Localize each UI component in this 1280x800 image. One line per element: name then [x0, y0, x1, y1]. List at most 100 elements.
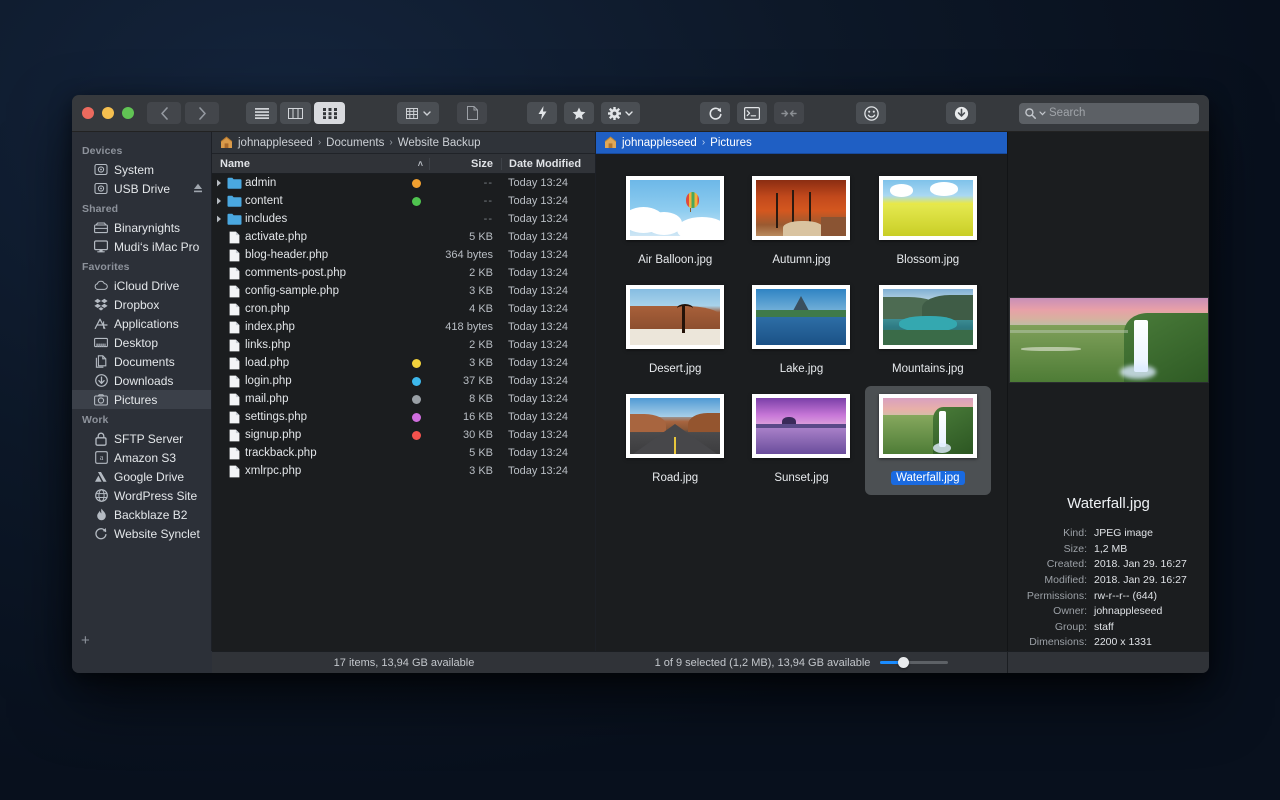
favorite-star-button[interactable] [564, 102, 594, 124]
icon-view-button[interactable] [314, 102, 345, 124]
window-controls [82, 107, 134, 119]
table-row[interactable]: settings.php16 KBToday 13:24 [212, 408, 595, 426]
left-crumb[interactable]: johnappleseed [238, 137, 313, 149]
info-status-bar [1007, 651, 1209, 673]
sidebar-item-icloud-drive[interactable]: iCloud Drive [72, 276, 211, 295]
forward-button[interactable] [185, 102, 219, 124]
file-icon-item[interactable]: Waterfall.jpg [865, 386, 991, 495]
sidebar-item-desktop[interactable]: Desktop [72, 333, 211, 352]
sidebar-item-documents[interactable]: Documents [72, 352, 211, 371]
slider-knob[interactable] [898, 657, 909, 668]
cloud-icon [94, 279, 108, 293]
column-name[interactable]: Name ˄ [212, 158, 429, 170]
disclosure-triangle-icon[interactable] [212, 179, 226, 187]
table-row[interactable]: activate.php5 KBToday 13:24 [212, 228, 595, 246]
table-row[interactable]: comments-post.php2 KBToday 13:24 [212, 264, 595, 282]
row-date: Today 13:24 [501, 285, 595, 297]
search-input[interactable]: Search [1019, 103, 1199, 124]
smiley-face-button[interactable] [856, 102, 886, 124]
icon-size-slider[interactable] [880, 657, 948, 669]
left-crumb[interactable]: Documents [326, 137, 384, 149]
compare-button[interactable] [774, 102, 804, 124]
sidebar-item-binarynights[interactable]: Binarynights [72, 218, 211, 237]
table-row[interactable]: includes--Today 13:24 [212, 210, 595, 228]
right-crumb[interactable]: Pictures [710, 137, 752, 149]
table-row[interactable]: xmlrpc.php3 KBToday 13:24 [212, 462, 595, 480]
sidebar-item-google-drive[interactable]: Google Drive [72, 467, 211, 486]
add-favorite-button[interactable]: + [72, 629, 211, 651]
left-breadcrumb[interactable]: johnappleseed›Documents›Website Backup [212, 132, 595, 154]
google-drive-icon [94, 470, 108, 484]
sidebar-item-dropbox[interactable]: Dropbox [72, 295, 211, 314]
search-icon [1025, 108, 1036, 119]
sidebar-footer-spacer [72, 651, 212, 673]
quick-action-button[interactable] [527, 102, 557, 124]
sidebar-item-amazon-s3[interactable]: aAmazon S3 [72, 448, 211, 467]
row-date: Today 13:24 [501, 465, 595, 477]
file-icon-item[interactable]: Blossom.jpg [865, 168, 991, 277]
minimize-button[interactable] [102, 107, 114, 119]
sidebar-item-downloads[interactable]: Downloads [72, 371, 211, 390]
sidebar-item-sftp-server[interactable]: SFTP Server [72, 429, 211, 448]
file-icon-label: Mountains.jpg [887, 362, 969, 376]
icon-view: Air Balloon.jpgAutumn.jpgBlossom.jpg Dese… [596, 154, 1007, 651]
row-tag-dot [403, 197, 429, 206]
sidebar-group-shared: Shared [72, 198, 211, 218]
table-row[interactable]: mail.php8 KBToday 13:24 [212, 390, 595, 408]
file-icon-item[interactable]: Sunset.jpg [738, 386, 864, 495]
file-icon-item[interactable]: Desert.jpg [612, 277, 738, 386]
refresh-icon-button[interactable] [700, 102, 730, 124]
table-row[interactable]: cron.php4 KBToday 13:24 [212, 300, 595, 318]
row-date: Today 13:24 [501, 303, 595, 315]
row-size: 16 KB [429, 411, 501, 423]
file-icon-item[interactable]: Air Balloon.jpg [612, 168, 738, 277]
table-row[interactable]: load.php3 KBToday 13:24 [212, 354, 595, 372]
sidebar-item-backblaze-b2[interactable]: Backblaze B2 [72, 505, 211, 524]
right-crumb[interactable]: johnappleseed [622, 137, 697, 149]
row-tag-dot [403, 431, 429, 440]
left-crumb[interactable]: Website Backup [398, 137, 481, 149]
table-row[interactable]: signup.php30 KBToday 13:24 [212, 426, 595, 444]
sidebar-item-system[interactable]: System [72, 160, 211, 179]
eject-icon[interactable] [193, 183, 203, 194]
list-view-button[interactable] [246, 102, 277, 124]
file-icon-item[interactable]: Lake.jpg [738, 277, 864, 386]
settings-gear-button[interactable] [601, 102, 640, 124]
file-icon-item[interactable]: Autumn.jpg [738, 168, 864, 277]
thumbnail [879, 176, 977, 240]
table-row[interactable]: index.php418 bytesToday 13:24 [212, 318, 595, 336]
column-view-button[interactable] [280, 102, 311, 124]
table-row[interactable]: links.php2 KBToday 13:24 [212, 336, 595, 354]
hard-drive-icon [94, 163, 108, 177]
sidebar-item-pictures[interactable]: Pictures [72, 390, 211, 409]
terminal-button[interactable] [737, 102, 767, 124]
sidebar-item-wordpress-site[interactable]: WordPress Site [72, 486, 211, 505]
file-icon-item[interactable]: Mountains.jpg [865, 277, 991, 386]
download-button[interactable] [946, 102, 976, 124]
metadata-row: Size:1,2 MB [1018, 542, 1199, 558]
file-icon-item[interactable]: Road.jpg [612, 386, 738, 495]
disclosure-triangle-icon[interactable] [212, 215, 226, 223]
table-row[interactable]: blog-header.php364 bytesToday 13:24 [212, 246, 595, 264]
table-row[interactable]: config-sample.php3 KBToday 13:24 [212, 282, 595, 300]
sidebar-item-applications[interactable]: Applications [72, 314, 211, 333]
right-breadcrumb[interactable]: johnappleseed›Pictures [596, 132, 1007, 154]
disclosure-triangle-icon[interactable] [212, 197, 226, 205]
sidebar-item-website-synclet[interactable]: Website Synclet [72, 524, 211, 543]
table-row[interactable]: trackback.php5 KBToday 13:24 [212, 444, 595, 462]
table-row[interactable]: content--Today 13:24 [212, 192, 595, 210]
column-size[interactable]: Size [429, 158, 501, 170]
table-row[interactable]: login.php37 KBToday 13:24 [212, 372, 595, 390]
back-button[interactable] [147, 102, 181, 124]
metadata-row: Created:2018. Jan 29. 16:27 [1018, 557, 1199, 573]
new-document-button[interactable] [457, 102, 487, 124]
row-size: 8 KB [429, 393, 501, 405]
metadata-key: Modified: [1018, 573, 1094, 589]
zoom-button[interactable] [122, 107, 134, 119]
sidebar-item-mudi-s-imac-pro[interactable]: Mudi‘s iMac Pro [72, 237, 211, 256]
column-date-modified[interactable]: Date Modified [501, 158, 595, 170]
close-button[interactable] [82, 107, 94, 119]
sidebar-item-usb-drive[interactable]: USB Drive [72, 179, 211, 198]
table-row[interactable]: admin--Today 13:24 [212, 174, 595, 192]
arrange-by-button[interactable] [397, 102, 439, 124]
